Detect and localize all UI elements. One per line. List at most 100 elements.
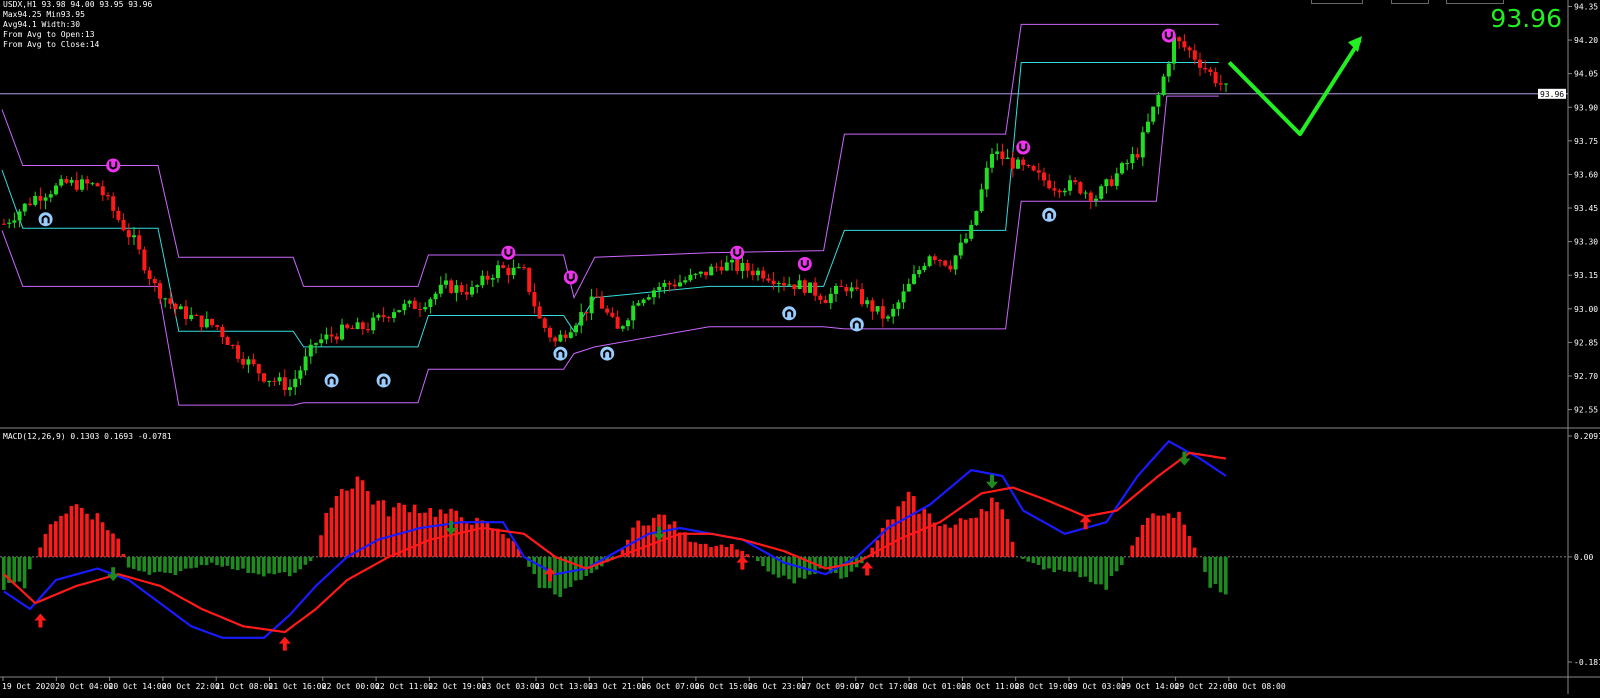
candle-bear: [823, 299, 828, 304]
candle-bull: [901, 291, 906, 303]
time-tick-label: 23 Oct 21:00: [588, 682, 646, 691]
candle-bear: [459, 285, 464, 293]
up-signal-icon: [849, 317, 864, 332]
candle-bear: [1177, 37, 1182, 42]
candle-bear: [116, 210, 121, 220]
macd-line: [3, 439, 1227, 639]
price-tick-label: 93.45: [1574, 204, 1598, 213]
candle-bear: [1047, 180, 1052, 189]
macd-bar: [173, 556, 178, 575]
candle-bear: [527, 267, 532, 293]
macd-bar: [969, 518, 973, 557]
candle-bear: [152, 279, 157, 284]
candle-bull: [875, 306, 880, 312]
candle-bear: [1026, 164, 1031, 167]
toolbar-tab-1[interactable]: [1311, 0, 1363, 4]
candle-bull: [246, 359, 251, 365]
macd-bar: [984, 511, 989, 557]
candle-bear: [121, 219, 126, 231]
candle-bear: [615, 316, 620, 329]
down-signal-icon: [563, 270, 578, 285]
macd-bar: [2, 556, 6, 590]
candle-bear: [766, 278, 771, 281]
macd-bar: [230, 556, 235, 570]
time-tick-label: 29 Oct 22:00: [1175, 682, 1233, 691]
macd-bar: [381, 500, 386, 557]
candle-bull: [756, 270, 760, 276]
candle-bull: [324, 334, 329, 340]
candle-bear: [282, 377, 287, 391]
candle-bull: [906, 283, 911, 292]
candle-bull: [657, 286, 662, 291]
price-tick-label: 92.55: [1574, 406, 1598, 415]
candle-bear: [1057, 190, 1062, 193]
candle-bull: [490, 278, 495, 280]
macd-bar: [12, 556, 16, 583]
macd-bar: [678, 532, 682, 557]
macd-bar: [652, 517, 656, 557]
candle-bear: [1218, 83, 1223, 85]
macd-bar: [1192, 547, 1197, 557]
macd-bar: [423, 512, 427, 557]
macd-bar: [1203, 556, 1207, 573]
candle-bear: [38, 196, 43, 201]
candle-bear: [1078, 182, 1083, 194]
macd-bar: [277, 556, 282, 573]
chart-canvas[interactable]: 94.35 94.20 94.05 93.90 93.75 93.60 93.45 93.30…: [0, 0, 1600, 694]
candle-bull: [1224, 83, 1228, 85]
candle-bear: [1208, 69, 1213, 73]
candle-bear: [85, 179, 90, 184]
macd-bar: [1172, 517, 1176, 557]
candle-bull: [1016, 159, 1020, 169]
price-tick-label: 93.30: [1574, 238, 1598, 247]
candle-bull: [308, 344, 313, 357]
macd-bar: [189, 556, 193, 569]
macd-bar: [1146, 517, 1150, 557]
avg-to-close-text: From Avg to Close:14: [3, 40, 100, 49]
candle-bear: [932, 256, 937, 261]
macd-bar: [251, 556, 256, 574]
price-tick-label: 94.20: [1574, 36, 1598, 45]
candle-bear: [714, 266, 719, 268]
candle-bull: [22, 203, 27, 212]
candle-bear: [522, 267, 526, 269]
macd-bar: [236, 556, 240, 571]
macd-bar: [74, 504, 79, 557]
macd-bar: [121, 553, 126, 557]
candle-bear: [126, 230, 131, 238]
candle-bull: [178, 306, 183, 310]
candle-bull: [688, 274, 693, 281]
macd-bar: [735, 549, 739, 557]
macd-bar: [428, 507, 432, 557]
price-tick-label: 93.00: [1574, 305, 1598, 314]
macd-bar: [1130, 545, 1134, 557]
candle-bear: [137, 235, 142, 250]
candle-bull: [953, 255, 958, 270]
trading-chart[interactable]: 94.35 94.20 94.05 93.90 93.75 93.60 93.45 93.30…: [0, 0, 1600, 694]
toolbar-tab-2[interactable]: [1391, 0, 1429, 4]
macd-bar: [1161, 515, 1166, 557]
macd-bar: [1177, 511, 1181, 557]
candle-bear: [553, 337, 558, 342]
candle-bear: [412, 300, 417, 309]
candle-bear: [1052, 188, 1057, 191]
macd-bar: [178, 556, 183, 572]
time-tick-label: 21 Oct 16:00: [269, 682, 327, 691]
candle-bear: [147, 270, 152, 280]
time-tick-label: 22 Oct 19:00: [428, 682, 486, 691]
candle-bear: [600, 296, 604, 309]
candle-bull: [48, 194, 53, 198]
down-signal-icon: [106, 158, 121, 173]
macd-bar: [132, 556, 136, 569]
macd-bar: [324, 512, 328, 557]
candle-bull: [371, 317, 376, 331]
macd-bar: [319, 535, 323, 557]
candle-bull: [204, 318, 209, 328]
macd-bar: [932, 522, 937, 557]
price-tick-label: 93.15: [1574, 271, 1598, 280]
candle-bull: [438, 284, 443, 294]
macd-tick-label: 0.00: [1574, 553, 1593, 562]
candle-bear: [1182, 41, 1187, 48]
macd-sell-arrow-icon: [107, 567, 120, 582]
macd-bar: [90, 519, 94, 557]
